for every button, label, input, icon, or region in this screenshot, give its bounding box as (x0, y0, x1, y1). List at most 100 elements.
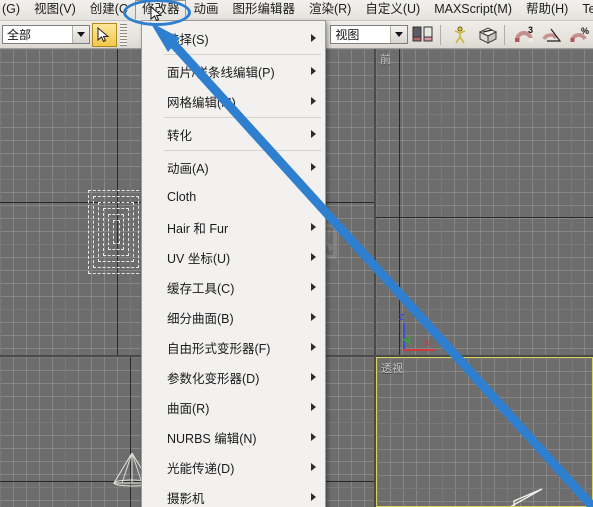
viewport-perspective-label: 透视 (381, 363, 403, 375)
menu-separator (146, 54, 321, 55)
toolbar-separator (439, 24, 441, 45)
menu-separator (146, 150, 321, 151)
axis-label-y: Y (406, 335, 412, 344)
menu-separator (146, 117, 321, 118)
menu-item-cache-tools[interactable]: 缓存工具(C) (142, 272, 325, 302)
menu-item-label: 光能传递(D) (167, 461, 235, 476)
chevron-right-icon (311, 313, 316, 321)
viewport-divider-vertical[interactable] (374, 49, 376, 507)
svg-text:3: 3 (528, 26, 533, 35)
menu-item-label: 选择(S) (167, 32, 209, 47)
menu-item-label: Hair 和 Fur (167, 221, 229, 236)
mouse-cursor-icon (150, 6, 163, 22)
menubar-item-help[interactable]: 帮助(H) (519, 0, 575, 20)
chevron-right-icon (311, 223, 316, 231)
menu-item-mesh-editing[interactable]: 网格编辑(M) (142, 86, 325, 116)
selection-filter-combo[interactable]: 全部 (2, 25, 90, 44)
menubar-item-customize[interactable]: 自定义(U) (358, 0, 427, 20)
arrow-cursor-icon (97, 26, 110, 42)
axis-label-z: Z (399, 313, 404, 322)
selection-sets-icon (412, 26, 433, 42)
menu-item-label: UV 坐标(U) (167, 251, 231, 266)
menu-item-label: 参数化变形器(D) (167, 371, 260, 386)
menu-item-cameras[interactable]: 摄影机 (142, 482, 325, 507)
menu-item-surface[interactable]: 曲面(R) (142, 392, 325, 422)
magnet-3-icon: 3 (515, 26, 533, 42)
menu-item-label: 细分曲面(B) (167, 311, 234, 326)
menu-item-cloth[interactable]: Cloth (142, 182, 325, 212)
chevron-right-icon (311, 433, 316, 441)
grid-major (376, 49, 593, 355)
menu-item-hair-and-fur[interactable]: Hair 和 Fur (142, 212, 325, 242)
menu-item-patch-spline-editing[interactable]: 面片/样条线编辑(P) (142, 56, 325, 86)
percent-snap-icon: % (570, 26, 589, 42)
menu-item-nurbs-editing[interactable]: NURBS 编辑(N) (142, 422, 325, 452)
reference-coordinate-combo[interactable]: 视图 (330, 25, 408, 44)
menubar-item-tentacles[interactable]: Ten (575, 0, 593, 20)
reference-coordinate-value: 视图 (335, 28, 360, 42)
menubar-item-rendering[interactable]: 渲染(R) (302, 0, 358, 20)
menubar-item-graph-editors[interactable]: 图形编辑器 (225, 0, 302, 20)
mirror-button[interactable] (447, 23, 473, 47)
toolbar-grip[interactable] (120, 23, 128, 46)
helix-object[interactable] (88, 190, 144, 274)
viewport-front-label: 前 (380, 54, 391, 66)
chevron-right-icon (311, 34, 316, 42)
menu-item-uv-coordinates[interactable]: UV 坐标(U) (142, 242, 325, 272)
chevron-right-icon (311, 130, 316, 138)
chevron-right-icon (311, 97, 316, 105)
menu-item-free-form-deformers[interactable]: 自由形式变形器(F) (142, 332, 325, 362)
menubar-item-0[interactable]: (G) (0, 0, 27, 20)
percent-snap-button[interactable]: % (567, 23, 593, 47)
menu-bar: (G) 视图(V) 创建(C 修改器 动画 图形编辑器 渲染(R) 自定义(U)… (0, 0, 593, 21)
menu-item-label: 网格编辑(M) (167, 95, 236, 110)
menu-item-label: 转化 (167, 128, 193, 143)
axis-vertical (399, 49, 400, 355)
snap-toggle-button[interactable]: 3 (511, 23, 537, 47)
menu-item-select[interactable]: 选择(S) (142, 23, 325, 53)
menu-item-label: 动画(A) (167, 161, 209, 176)
menu-item-animation[interactable]: 动画(A) (142, 152, 325, 182)
chevron-right-icon (311, 463, 316, 471)
menu-item-label: 缓存工具(C) (167, 281, 235, 296)
axis-horizontal (376, 217, 593, 218)
menu-item-label: NURBS 编辑(N) (167, 431, 257, 446)
chevron-down-icon[interactable] (389, 26, 407, 43)
menu-item-label: 面片/样条线编辑(P) (167, 65, 275, 80)
menu-item-label: 自由形式变形器(F) (167, 341, 271, 356)
chevron-right-icon (311, 163, 316, 171)
menu-item-parametric-deformers[interactable]: 参数化变形器(D) (142, 362, 325, 392)
menu-item-radiosity[interactable]: 光能传递(D) (142, 452, 325, 482)
viewport-front[interactable]: 前 Z Y X (376, 49, 593, 355)
select-object-button[interactable] (91, 22, 118, 47)
align-box-icon (478, 26, 497, 44)
chevron-right-icon (311, 373, 316, 381)
named-selection-sets-button[interactable] (410, 23, 436, 47)
menu-item-label: Cloth (167, 190, 197, 204)
menu-item-label: 摄影机 (167, 491, 205, 506)
axis-tripod: Z Y X (394, 313, 440, 355)
angle-snap-button[interactable] (539, 23, 565, 47)
chevron-right-icon (311, 493, 316, 501)
viewport-perspective[interactable]: 透视 (376, 357, 593, 507)
menubar-item-view[interactable]: 视图(V) (27, 0, 83, 20)
chevron-right-icon (311, 67, 316, 75)
svg-text:%: % (581, 26, 589, 36)
menubar-item-animation[interactable]: 动画 (186, 0, 225, 20)
chevron-right-icon (311, 403, 316, 411)
chevron-right-icon (311, 283, 316, 291)
chevron-down-icon[interactable] (71, 26, 89, 43)
application-window: 前 Z Y X 透视 (G) 视图(V) 创建(C 修改器 动画 图形编辑器 渲… (0, 0, 593, 507)
chevron-right-icon (311, 193, 316, 201)
menu-item-subdivision-surfaces[interactable]: 细分曲面(B) (142, 302, 325, 332)
menu-item-conversion[interactable]: 转化 (142, 119, 325, 149)
axis-label-x: X (424, 339, 430, 348)
menu-item-label: 曲面(R) (167, 401, 210, 416)
mirror-icon (454, 26, 465, 43)
modifiers-dropdown-menu[interactable]: 选择(S) 面片/样条线编辑(P) 网格编辑(M) 转化 动画(A) Cloth… (141, 20, 326, 507)
chevron-right-icon (311, 253, 316, 261)
chevron-right-icon (311, 343, 316, 351)
wireframe-object[interactable] (502, 483, 582, 507)
menubar-item-maxscript[interactable]: MAXScript(M) (427, 0, 519, 20)
align-button[interactable] (475, 23, 501, 47)
